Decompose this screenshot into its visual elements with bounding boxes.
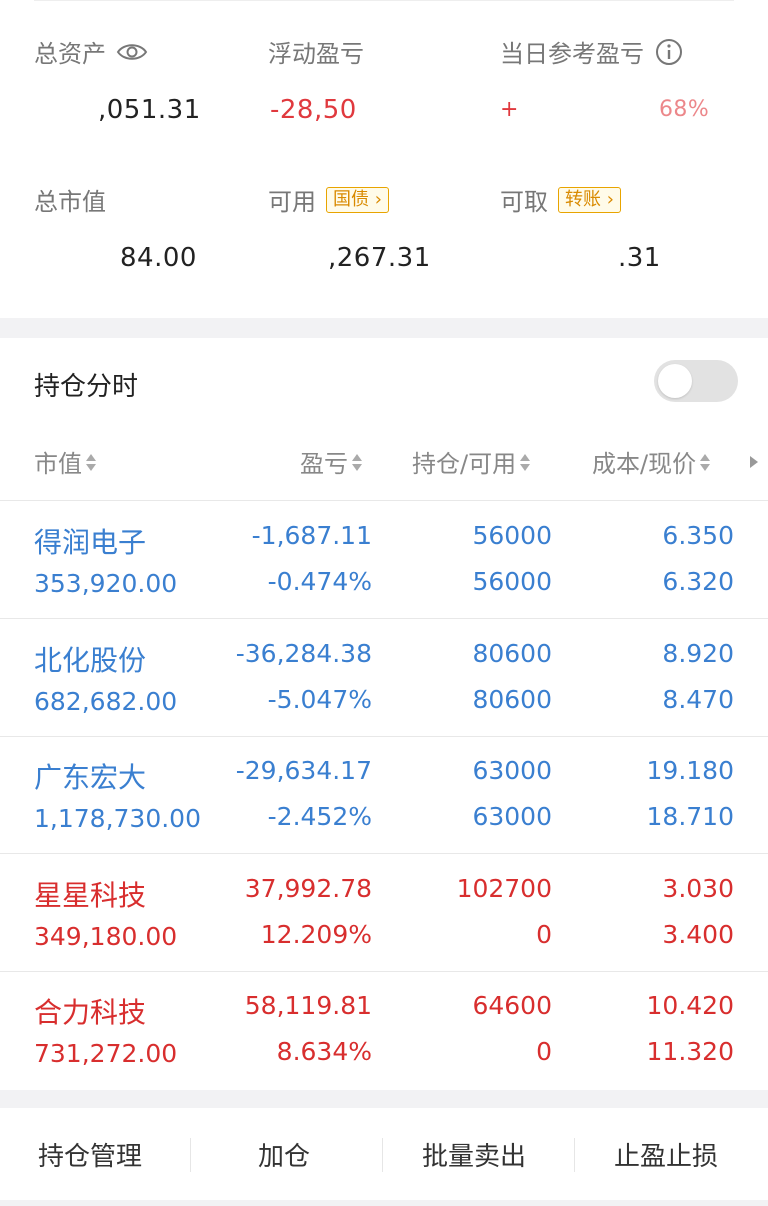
position-cell: 102700 (456, 873, 552, 903)
stop-profit-loss-button[interactable]: 止盈止损 (614, 1136, 718, 1173)
total-assets-value: ,051.31 (98, 95, 201, 125)
transfer-tag-button[interactable]: 转账 › (558, 186, 621, 213)
column-market-value-label: 市值 (34, 450, 82, 478)
withdrawable-value: .31 (618, 243, 661, 273)
price-cell: 3.400 (662, 919, 734, 949)
cost-cell: 3.030 (662, 873, 734, 903)
available-cell: 0 (536, 1037, 552, 1066)
add-position-button[interactable]: 加仓 (258, 1136, 310, 1173)
sort-icon (86, 452, 96, 472)
batch-sell-button[interactable]: 批量卖出 (422, 1136, 526, 1173)
pnl-pct-cell: 8.634% (276, 1037, 372, 1066)
position-cell: 56000 (472, 521, 552, 550)
market-value-cell: 349,180.00 (34, 921, 178, 951)
total-assets-label: 总资产 (34, 40, 106, 68)
sort-icon (352, 452, 362, 472)
market-value-label: 总市值 (34, 188, 106, 216)
position-cell: 80600 (472, 638, 552, 668)
market-value: 总市值 84.00 (34, 182, 197, 273)
price-cell: 6.320 (662, 567, 734, 596)
bond-tag-button[interactable]: 国债 › (326, 186, 389, 213)
sort-icon (520, 452, 531, 472)
column-cost-price[interactable]: 成本/现价 (592, 444, 711, 479)
cost-cell: 6.350 (662, 521, 734, 550)
account-summary: 总资产 ,051.31 浮动盈亏 -28,50 当日参考盈亏 +68% 总市值 … (0, 0, 768, 318)
pnl-cell: 37,992.78 (244, 873, 372, 903)
cost-cell: 10.420 (646, 991, 734, 1020)
column-pnl[interactable]: 盈亏 (300, 444, 362, 479)
pnl-cell: -1,687.11 (251, 521, 372, 550)
redaction-mask (518, 95, 659, 125)
daily-pnl-label: 当日参考盈亏 (500, 40, 644, 68)
divider (382, 1138, 383, 1172)
pnl-pct-cell: -2.452% (267, 802, 372, 831)
available-cell: 63000 (472, 802, 552, 831)
info-icon[interactable] (654, 37, 684, 67)
column-pnl-label: 盈亏 (300, 450, 348, 478)
table-row[interactable]: 北化股份 682,682.00 -36,284.38 -5.047% 80600 8060… (0, 619, 768, 736)
daily-pnl: 当日参考盈亏 +68% (500, 34, 709, 125)
pnl-pct-cell: -5.047% (267, 684, 372, 714)
available-label: 可用 (268, 188, 316, 216)
available-cell: 80600 (472, 684, 552, 714)
price-cell: 8.470 (662, 684, 734, 714)
floating-pnl-value: -28,50 (270, 95, 357, 125)
floating-pnl: 浮动盈亏 -28,50 (268, 34, 427, 126)
market-value-cell: 1,178,730.00 (34, 804, 201, 833)
table-row[interactable]: 星星科技 349,180.00 37,992.78 12.209% 102700 0 3.0… (0, 854, 768, 971)
column-market-value[interactable]: 市值 (34, 444, 96, 479)
daily-pnl-pct: 68% (658, 97, 710, 122)
toggle-knob (658, 364, 692, 398)
pnl-pct-cell: -0.474% (267, 567, 372, 596)
column-cost-price-label: 成本/现价 (592, 450, 697, 478)
price-cell: 18.710 (646, 802, 734, 831)
stock-name: 广东宏大 (34, 761, 147, 794)
column-position-label: 持仓/可用 (412, 450, 517, 478)
stock-name: 北化股份 (34, 643, 147, 677)
available-value: ,267.31 (328, 243, 431, 273)
position-cell: 63000 (472, 756, 552, 785)
available-funds: 可用 国债 › ,267.31 (268, 182, 431, 273)
intraday-toggle[interactable] (654, 360, 738, 402)
pnl-cell: -29,634.17 (235, 756, 372, 785)
stock-name: 星星科技 (34, 878, 147, 912)
divider (190, 1138, 191, 1172)
market-value-cell: 353,920.00 (34, 569, 178, 598)
transfer-tag-label: 转账 (565, 188, 601, 210)
cost-cell: 19.180 (646, 756, 734, 785)
pnl-cell: -36,284.38 (235, 638, 372, 668)
market-value-value: 84.00 (120, 243, 197, 273)
stock-name: 得润电子 (34, 526, 147, 559)
column-position[interactable]: 持仓/可用 (412, 444, 531, 479)
manage-holdings-button[interactable]: 持仓管理 (38, 1136, 142, 1173)
floating-pnl-label: 浮动盈亏 (268, 40, 364, 68)
pnl-cell: 58,119.81 (244, 991, 372, 1020)
redaction-mask (356, 95, 427, 126)
table-row[interactable]: 得润电子 353,920.00 -1,687.11 -0.474% 56000 56000… (0, 501, 768, 618)
daily-pnl-value: + (500, 97, 519, 122)
market-value-cell: 682,682.00 (34, 686, 178, 716)
table-row[interactable]: 合力科技 731,272.00 58,119.81 8.634% 64600 0 10.42… (0, 971, 768, 1088)
action-bar: 持仓管理 加仓 批量卖出 止盈止损 (0, 1108, 768, 1200)
holdings-title: 持仓分时 (34, 372, 139, 402)
market-value-cell: 731,272.00 (34, 1039, 178, 1068)
withdrawable-funds: 可取 转账 › .31 (500, 182, 661, 273)
withdrawable-label: 可取 (500, 188, 548, 216)
sort-icon (700, 452, 711, 472)
stock-name: 合力科技 (34, 996, 147, 1029)
eye-icon[interactable] (116, 41, 148, 63)
position-cell: 64600 (472, 991, 552, 1020)
available-cell: 0 (536, 919, 552, 949)
table-row[interactable]: 广东宏大 1,178,730.00 -29,634.17 -2.452% 63000 63… (0, 736, 768, 853)
divider (574, 1138, 575, 1172)
cost-cell: 8.920 (662, 638, 734, 668)
pnl-pct-cell: 12.209% (260, 919, 372, 949)
scroll-right-icon[interactable] (750, 456, 758, 468)
price-cell: 11.320 (646, 1037, 734, 1066)
available-cell: 56000 (472, 567, 552, 596)
holdings-panel: 持仓分时 市值 盈亏 持仓/可用 成本/现价 得润电子 353,920.00 -1,… (0, 338, 768, 1090)
bond-tag-label: 国债 (333, 188, 369, 210)
divider (34, 0, 734, 1)
total-assets: 总资产 ,051.31 (34, 34, 201, 125)
